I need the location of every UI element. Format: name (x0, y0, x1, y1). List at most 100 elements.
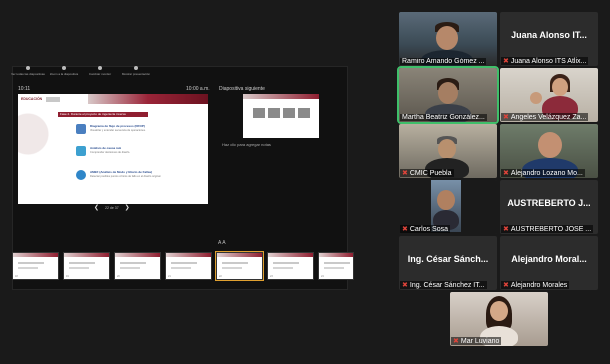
next-slide-label: Diapositiva siguiente (219, 86, 265, 92)
participant-name-text: Juana Alonso ITS Atlix... (510, 57, 587, 65)
participant-name-text: AUSTREBERTO JOSE ... (510, 225, 592, 233)
slide-title: Fase 2. Durante el proyecto de ingenierí… (58, 112, 148, 117)
participant-name-text: Alejandro Morales (510, 281, 568, 289)
next-slide-icon[interactable]: ❯ (125, 204, 130, 211)
slide-navigation: ❮ 22 de 37 ❯ (94, 204, 130, 211)
slide-row: Diagrama de flujo de procesos (DFOP) Vis… (76, 124, 146, 134)
presenter-toolbar: Ver todas las diapositivas Zoom a la dia… (11, 66, 172, 80)
participant-name: ✖ Alejandro Morales (501, 281, 570, 289)
slide-thumbnail[interactable]: 18 (12, 252, 59, 280)
slide-row-heading: Diagrama de flujo de procesos (DFOP) (90, 124, 145, 128)
participant-name: Ramiro Amando Gómez ... (400, 58, 487, 65)
slide-row-heading: Análisis de causa raíz (90, 146, 122, 150)
slide-banner (88, 94, 208, 104)
toolbar-grid-button[interactable]: Ver todas las diapositivas (11, 66, 45, 76)
process-icon (76, 124, 86, 134)
mic-muted-icon: ✖ (402, 226, 408, 233)
slide-thumbnail[interactable]: 19 (63, 252, 110, 280)
thumbnail-number: 22 (219, 275, 222, 278)
analysis-icon (76, 146, 86, 156)
participant-center-name: AUSTREBERTO J... (507, 198, 591, 208)
mic-muted-icon: ✖ (453, 338, 459, 345)
slide-row-heading: AMEF (Análisis de Modo y Efecto de Falla… (90, 170, 153, 174)
slide-image (253, 108, 265, 118)
increase-font-icon[interactable]: A (218, 240, 221, 246)
participant-tile[interactable]: Alejandro Moral... ✖ Alejandro Morales (500, 236, 598, 290)
participant-tile[interactable]: Ing. César Sánch... ✖ Ing. César Sánchez … (399, 236, 497, 290)
thumbnail-number: 21 (168, 275, 171, 278)
previous-slide-icon[interactable]: ❮ (94, 204, 99, 211)
mic-muted-icon: ✖ (503, 282, 509, 289)
toolbar-label: Cambiar monitor (88, 72, 112, 76)
participant-tile[interactable]: ✖ Carlos Sosa (399, 180, 497, 234)
slide-thumbnail[interactable]: 21 (165, 252, 212, 280)
participant-tile[interactable]: ✖ Angeles Velázquez Za... (500, 68, 598, 122)
toolbar-label: Mostrar presentación (121, 72, 151, 76)
slide-thumbnail[interactable]: 20 (114, 252, 161, 280)
participant-center-name: Alejandro Moral... (511, 254, 587, 264)
participant-name: ✖ Carlos Sosa (400, 225, 451, 233)
participant-name: ✖ Juana Alonso ITS Atlix... (501, 57, 589, 65)
next-slide-preview[interactable] (243, 94, 319, 138)
monitor-icon (98, 66, 102, 70)
current-slide[interactable]: EDUCACIÓN Fase 2. Durante el proyecto de… (18, 94, 208, 204)
participant-name: ✖ AUSTREBERTO JOSE ... (501, 225, 594, 233)
speaker-notes[interactable]: Haz clic para agregar notas (222, 142, 271, 147)
mic-muted-icon: ✖ (503, 170, 509, 177)
mic-muted-icon: ✖ (402, 170, 408, 177)
participant-center-name: Juana Alonso IT... (511, 30, 587, 40)
participant-name-text: Alejandro Lozano Mo... (510, 169, 583, 177)
slide-row: Análisis de causa raíz Comprender decisi… (76, 146, 130, 156)
participant-name-text: Carlos Sosa (409, 225, 449, 233)
slide-row-body: Detectar posibles puntos críticos de fal… (90, 175, 162, 178)
toolbar-label: Zoom a la diapositiva (49, 72, 79, 76)
decrease-font-icon[interactable]: A (222, 240, 225, 246)
font-size-controls[interactable]: A A (218, 240, 226, 246)
zoom-icon (62, 66, 66, 70)
participant-name-text: Ramiro Amando Gómez ... (402, 58, 485, 65)
thumbnail-number: 24 (321, 275, 324, 278)
grid-icon (26, 66, 30, 70)
presentation-clock: 10:00 a.m. (186, 86, 210, 92)
slide-row-body: Visualizar y entender secuencia de opera… (90, 129, 146, 132)
thumbnail-number: 23 (270, 275, 273, 278)
participant-tile-speaking[interactable]: Martha Beatriz González... (397, 66, 499, 124)
participant-tile[interactable]: ✖ Alejandro Lozano Mo... (500, 124, 598, 178)
participant-name-text: CMIC Puebla (409, 169, 452, 177)
participant-tile[interactable]: ✖ CMIC Puebla (399, 124, 497, 178)
thumbnail-number: 18 (15, 275, 18, 278)
participant-name: Martha Beatriz González... (400, 114, 487, 121)
participant-name: ✖ Angeles Velázquez Za... (501, 113, 589, 121)
participant-tile[interactable]: Juana Alonso IT... ✖ Juana Alonso ITS Atl… (500, 12, 598, 66)
participant-tile[interactable]: ✖ Mar Luviano (450, 292, 548, 346)
participant-center-name: Ing. César Sánch... (407, 254, 489, 264)
presentation-icon (134, 66, 138, 70)
slide-image (298, 108, 310, 118)
slide-logo-secondary (46, 96, 61, 102)
toolbar-monitor-button[interactable]: Cambiar monitor (84, 66, 116, 76)
participant-tile[interactable]: Ramiro Amando Gómez ... (399, 12, 497, 66)
slide-image (268, 108, 280, 118)
next-slide-images (253, 108, 310, 118)
slide-thumbnail-strip: 18 19 20 21 22 23 24 (12, 251, 354, 281)
slide-row: AMEF (Análisis de Modo y Efecto de Falla… (76, 170, 161, 180)
slide-thumbnail-current[interactable]: 22 (215, 251, 264, 281)
slide-image (283, 108, 295, 118)
mic-muted-icon: ✖ (402, 282, 408, 289)
next-slide-banner (243, 94, 319, 99)
slide-thumbnail[interactable]: 24 (318, 252, 354, 280)
toolbar-zoom-button[interactable]: Zoom a la diapositiva (48, 66, 80, 76)
mic-muted-icon: ✖ (503, 114, 509, 121)
participant-name: ✖ Alejandro Lozano Mo... (501, 169, 585, 177)
presentation-timer: 10:11 (18, 86, 31, 92)
participant-tile[interactable]: AUSTREBERTO J... ✖ AUSTREBERTO JOSE ... (500, 180, 598, 234)
participant-name-text: Angeles Velázquez Za... (510, 113, 587, 121)
participant-name-text: Ing. César Sánchez IT... (409, 281, 485, 289)
toolbar-presentation-button[interactable]: Mostrar presentación (120, 66, 152, 76)
participant-name: ✖ CMIC Puebla (400, 169, 454, 177)
participant-name-text: Martha Beatriz González... (402, 114, 485, 121)
slide-thumbnail[interactable]: 23 (267, 252, 314, 280)
participant-name: ✖ Ing. César Sánchez IT... (400, 281, 487, 289)
mic-muted-icon: ✖ (503, 58, 509, 65)
failure-mode-icon (76, 170, 86, 180)
